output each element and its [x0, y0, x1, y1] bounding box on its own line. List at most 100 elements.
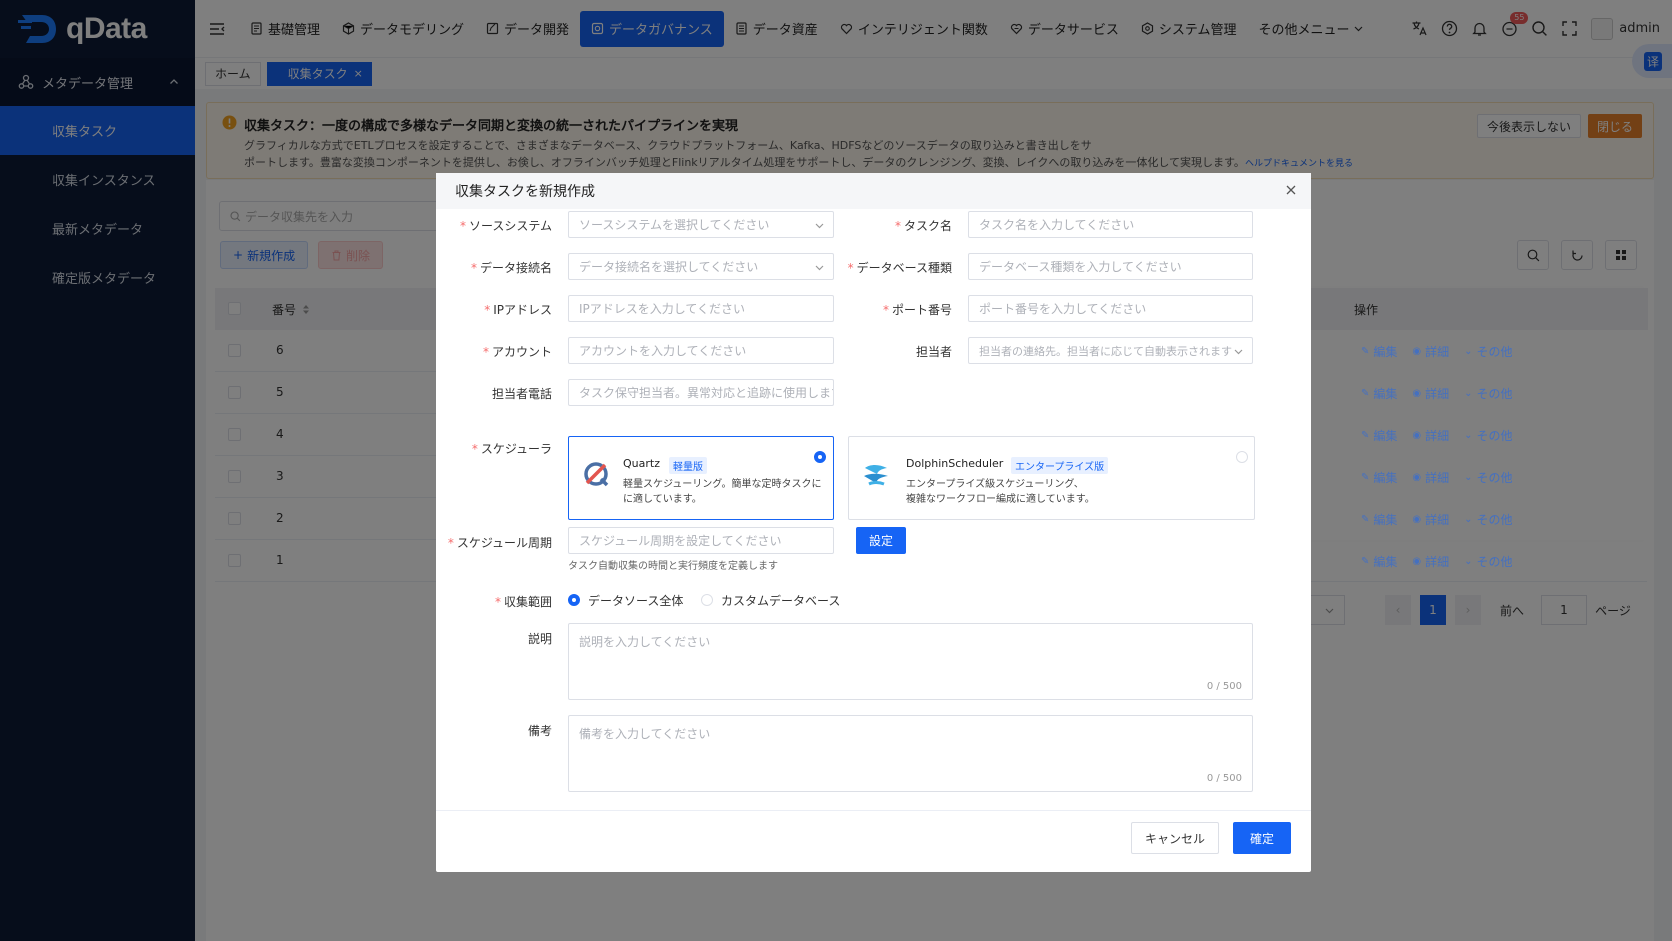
source-system-label: * ソースシステム — [436, 217, 552, 234]
scope-label-text: 収集範囲 — [503, 595, 552, 609]
edit-button[interactable]: ✎ 編集 — [1361, 469, 1397, 486]
cron-set-button[interactable]: 設定 — [856, 527, 906, 554]
ip-input[interactable]: IPアドレスを入力してください — [568, 295, 834, 322]
detail-button-label: 詳細 — [1425, 386, 1450, 401]
detail-button[interactable]: ◉ 詳細 — [1412, 427, 1449, 444]
create-task-dialog: 収集タスクを新規作成 * ソースシステム ソースシステムを選択してください * タス… — [436, 173, 1311, 872]
dolphin-desc-line2: 複雑なワークフロー編成に適しています。 — [906, 494, 1095, 505]
account-input[interactable]: アカウントを入力してください — [568, 337, 834, 364]
remark-textarea[interactable]: 備考を入力してください 0 / 500 — [568, 715, 1253, 792]
cancel-button[interactable]: キャンセル — [1131, 822, 1219, 854]
owner-phone-label: 担当者電話 — [436, 385, 552, 402]
detail-button[interactable]: ◉ 詳細 — [1412, 553, 1449, 570]
owner-phone-input[interactable]: タスク保守担当者。異常対応と追跡に使用します — [568, 379, 834, 406]
chevron-down-icon: ⌄ — [1464, 513, 1473, 525]
quartz-radio[interactable] — [814, 451, 826, 463]
edit-button[interactable]: ✎ 編集 — [1361, 553, 1397, 570]
cron-hint: タスク自動収集の時間と実行頻度を定義します — [568, 561, 778, 572]
task-name-label: * タスク名 — [836, 217, 952, 234]
account-placeholder: アカウントを入力してください — [579, 344, 747, 358]
edit-button-label: 編集 — [1373, 386, 1398, 401]
more-button-label: その他 — [1476, 470, 1513, 485]
edit-button[interactable]: ✎ 編集 — [1361, 385, 1397, 402]
edit-button-label: 編集 — [1373, 344, 1398, 359]
scope-all-radio[interactable] — [568, 594, 580, 606]
cron-placeholder: スケジュール周期を設定してください — [579, 534, 782, 548]
owner-select[interactable]: 担当者の連絡先。担当者に応じて自動表示されます — [968, 337, 1253, 364]
required-mark: * — [494, 595, 501, 609]
source-system-placeholder: ソースシステムを選択してください — [579, 218, 770, 232]
cron-input[interactable]: スケジュール周期を設定してください — [568, 527, 834, 554]
more-button-label: その他 — [1476, 428, 1513, 443]
description-placeholder: 説明を入力してください — [579, 635, 711, 649]
row-operations: ✎ 編集 ◉ 詳細 ⌄ その他 — [1316, 456, 1658, 498]
detail-button[interactable]: ◉ 詳細 — [1412, 385, 1449, 402]
source-system-select[interactable]: ソースシステムを選択してください — [568, 211, 834, 238]
more-button[interactable]: ⌄ その他 — [1464, 469, 1512, 486]
quartz-logo-icon — [584, 462, 609, 487]
scope-custom-label[interactable]: カスタムデータベース — [721, 592, 840, 609]
description-textarea[interactable]: 説明を入力してください 0 / 500 — [568, 623, 1253, 700]
edit-button[interactable]: ✎ 編集 — [1361, 343, 1397, 360]
edit-button[interactable]: ✎ 編集 — [1361, 427, 1397, 444]
confirm-button[interactable]: 確定 — [1233, 822, 1291, 854]
data-connection-label-text: データ接続名 — [479, 261, 552, 275]
required-mark: * — [470, 261, 477, 275]
description-label: 説明 — [436, 630, 552, 647]
eye-icon: ◉ — [1412, 429, 1422, 441]
db-type-label-text: データベース種類 — [856, 261, 952, 275]
db-type-label: * データベース種類 — [836, 259, 952, 276]
owner-phone-label-text: 担当者電話 — [491, 387, 552, 401]
port-input[interactable]: ポート番号を入力してください — [968, 295, 1253, 322]
more-button[interactable]: ⌄ その他 — [1464, 343, 1512, 360]
detail-button[interactable]: ◉ 詳細 — [1412, 343, 1449, 360]
data-connection-select[interactable]: データ接続名を選択してください — [568, 253, 834, 280]
edit-icon: ✎ — [1361, 387, 1370, 399]
required-mark: * — [482, 345, 489, 359]
dolphin-radio[interactable] — [1236, 451, 1248, 463]
scheduler-label-text: スケジューラ — [480, 442, 552, 456]
chevron-down-icon — [1234, 347, 1243, 356]
edit-icon: ✎ — [1361, 429, 1370, 441]
detail-button[interactable]: ◉ 詳細 — [1412, 469, 1449, 486]
more-button[interactable]: ⌄ その他 — [1464, 385, 1512, 402]
ip-placeholder: IPアドレスを入力してください — [579, 302, 746, 316]
scope-all-label[interactable]: データソース全体 — [588, 592, 683, 609]
chevron-down-icon: ⌄ — [1464, 387, 1473, 399]
required-mark: * — [847, 261, 854, 275]
dolphin-tag: エンタープライズ版 — [1011, 457, 1109, 474]
detail-button[interactable]: ◉ 詳細 — [1412, 511, 1449, 528]
task-name-label-text: タスク名 — [903, 219, 952, 233]
more-button[interactable]: ⌄ その他 — [1464, 553, 1512, 570]
more-button-label: その他 — [1476, 512, 1513, 527]
edit-icon: ✎ — [1361, 513, 1370, 525]
chevron-down-icon: ⌄ — [1464, 345, 1473, 357]
close-icon[interactable] — [1285, 184, 1297, 196]
scope-custom-radio[interactable] — [701, 594, 713, 606]
required-mark: * — [459, 219, 466, 233]
dialog-title: 収集タスクを新規作成 — [455, 184, 595, 200]
source-system-label-text: ソースシステム — [468, 219, 552, 233]
scheduler-option-dolphin[interactable]: DolphinScheduler エンタープライズ版 エンタープライズ級スケジュ… — [848, 436, 1255, 520]
dolphin-logo-icon — [864, 465, 888, 486]
required-mark: * — [447, 536, 454, 550]
db-type-input[interactable]: データベース種類を入力してください — [968, 253, 1253, 280]
account-label-text: アカウント — [491, 345, 552, 359]
quartz-tag: 軽量版 — [669, 457, 707, 474]
scheduler-option-quartz[interactable]: Quartz 軽量版 軽量スケジューリング。簡単な定時タスクに に適しています。 — [568, 436, 834, 520]
more-button[interactable]: ⌄ その他 — [1464, 427, 1512, 444]
edit-button[interactable]: ✎ 編集 — [1361, 511, 1397, 528]
confirm-button-label: 確定 — [1249, 831, 1274, 846]
more-button[interactable]: ⌄ その他 — [1464, 511, 1512, 528]
description-label-text: 説明 — [527, 632, 552, 646]
edit-icon: ✎ — [1361, 471, 1370, 483]
required-mark: * — [882, 303, 889, 317]
row-operations: ✎ 編集 ◉ 詳細 ⌄ その他 — [1316, 372, 1658, 414]
task-name-input[interactable]: タスク名を入力してください — [968, 211, 1253, 238]
remark-label: 備考 — [436, 722, 552, 739]
description-counter: 0 / 500 — [1206, 681, 1242, 692]
remark-placeholder: 備考を入力してください — [579, 727, 711, 741]
dialog-footer-divider — [436, 810, 1311, 811]
quartz-desc-line1: 軽量スケジューリング。簡単な定時タスクに — [623, 479, 822, 490]
data-connection-placeholder: データ接続名を選択してください — [579, 260, 759, 274]
